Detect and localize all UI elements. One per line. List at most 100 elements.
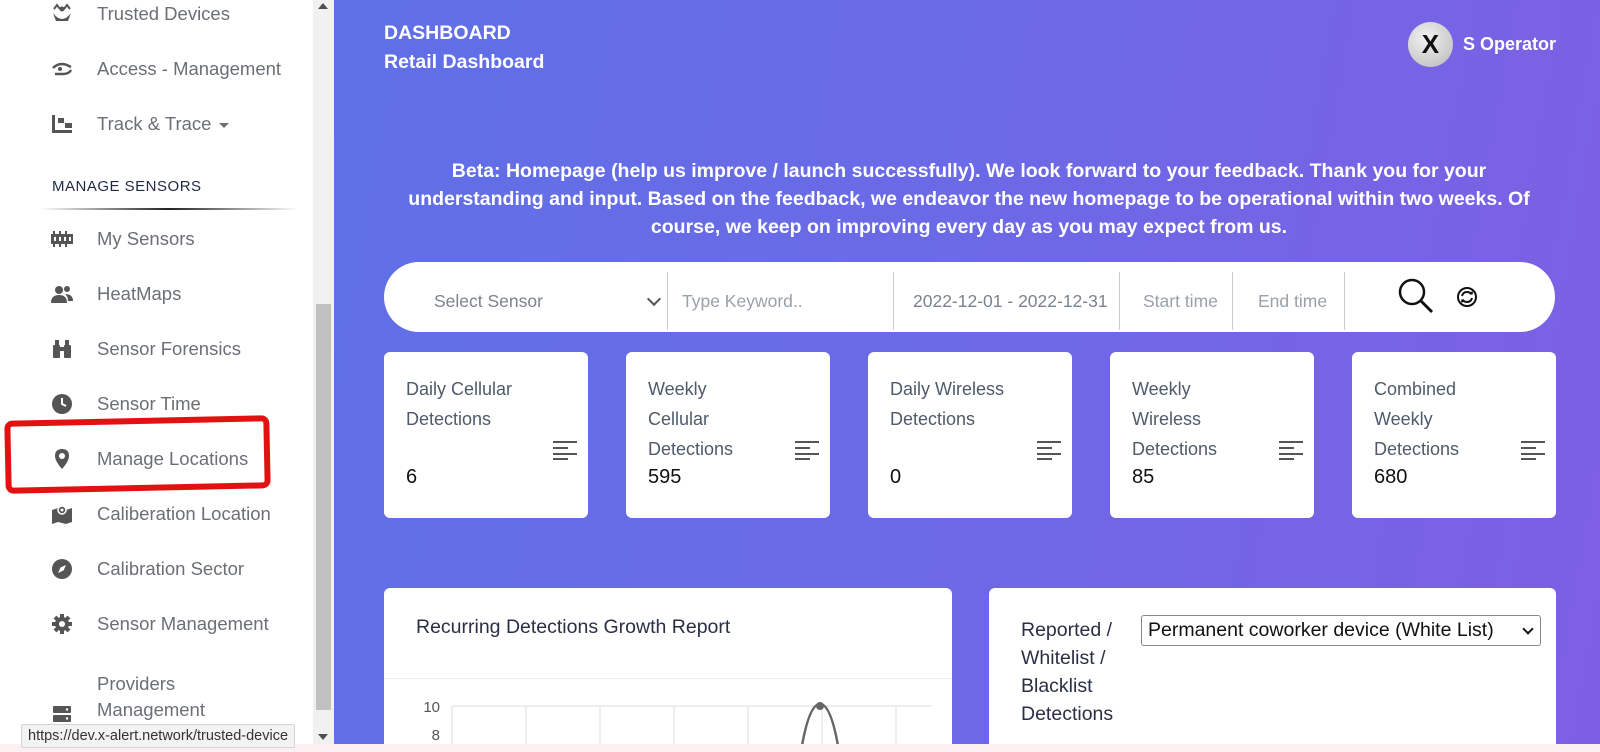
sidebar-item-label: My Sensors: [97, 228, 195, 249]
card-title: Daily Cellular Detections: [406, 379, 513, 429]
sidebar-scrollbar[interactable]: [313, 0, 334, 752]
card-value: 680: [1374, 466, 1408, 488]
sidebar-item-label: Caliberation Location: [97, 503, 271, 524]
sidebar-item-caliberation-location[interactable]: Caliberation Location: [0, 494, 313, 534]
status-url: https://dev.x-alert.network/trusted-devi…: [21, 724, 296, 748]
card-title: Weekly Wireless Detections: [1132, 379, 1218, 459]
date-range-input[interactable]: 2022-12-01 - 2022-12-31: [913, 272, 1123, 330]
sidebar-item-calibration-sector[interactable]: Calibration Sector: [0, 549, 313, 589]
server-icon: [50, 702, 74, 726]
sidebar-item-heatmaps[interactable]: HeatMaps: [0, 274, 313, 314]
reported-detections-panel: Reported / Whitelist / Blacklist Detecti…: [989, 588, 1556, 752]
chevron-down-icon: [646, 291, 662, 307]
sidebar-item-label: Providers Management: [97, 673, 205, 720]
sidebar-item-trusted-devices[interactable]: Trusted Devices: [0, 0, 313, 34]
sensor-icon: [50, 227, 74, 251]
divider: [667, 272, 668, 330]
clock-icon: [50, 392, 74, 416]
page-title: DASHBOARD: [384, 22, 511, 44]
reported-detections-label: Reported / Whitelist / Blacklist Detecti…: [1021, 619, 1114, 725]
filter-bar: Select Sensor Type Keyword.. 2022-12-01 …: [384, 262, 1555, 332]
divider: [1232, 272, 1233, 330]
list-menu-icon[interactable]: [1520, 440, 1546, 460]
chevron-down-icon: [219, 122, 230, 128]
sensor-select-label: Select Sensor: [434, 290, 543, 311]
stat-card-daily-wireless: Daily Wireless Detections 0: [868, 352, 1072, 518]
user-name[interactable]: S Operator: [1463, 34, 1556, 55]
beta-notice: Beta: Homepage (help us improve / launch…: [408, 160, 1530, 238]
start-time-input[interactable]: Start time: [1143, 272, 1243, 330]
data-point: [816, 702, 824, 710]
sidebar-item-access-management[interactable]: Access - Management: [0, 49, 313, 89]
compass-icon: [50, 557, 74, 581]
divider: [1344, 272, 1345, 330]
list-menu-icon[interactable]: [1036, 440, 1062, 460]
track-trace-icon: [50, 112, 74, 136]
growth-report-panel: Recurring Detections Growth Report 10 8: [384, 588, 952, 752]
divider: [40, 208, 298, 210]
access-management-icon: [50, 57, 74, 81]
users-icon: [50, 282, 74, 306]
stat-card-weekly-wireless: Weekly Wireless Detections 85: [1110, 352, 1314, 518]
chevron-down-icon: [1522, 623, 1534, 635]
card-value: 85: [1132, 466, 1155, 488]
y-tick-label: 8: [432, 727, 440, 744]
sidebar-item-label: Sensor Time: [97, 393, 201, 414]
keyword-input[interactable]: Type Keyword..: [682, 272, 882, 330]
binoculars-icon: [50, 337, 74, 361]
card-title: Weekly Cellular Detections: [648, 379, 734, 459]
sidebar-item-label: Manage Locations: [97, 448, 249, 469]
list-type-select[interactable]: Permanent coworker device (White List): [1141, 615, 1541, 646]
search-icon: [1398, 278, 1434, 314]
breadcrumb: DASHBOARD Retail Dashboard: [384, 19, 544, 77]
card-title: Daily Wireless Detections: [890, 379, 1005, 429]
sidebar-item-track-trace[interactable]: Track & Trace: [0, 104, 313, 144]
card-value: 0: [890, 466, 902, 488]
list-menu-icon[interactable]: [1278, 440, 1304, 460]
end-time-input[interactable]: End time: [1258, 272, 1358, 330]
list-type-selected: Permanent coworker device (White List): [1148, 619, 1494, 641]
map-location-icon: [50, 502, 74, 526]
search-button[interactable]: [1396, 276, 1440, 320]
sidebar-item-label: Sensor Management: [97, 613, 269, 634]
sidebar-item-sensor-forensics[interactable]: Sensor Forensics: [0, 329, 313, 369]
stat-card-weekly-cellular: Weekly Cellular Detections 595: [626, 352, 830, 518]
sidebar-item-manage-locations[interactable]: Manage Locations: [0, 439, 313, 479]
map-pin-icon: [50, 447, 74, 471]
y-tick-label: 10: [423, 699, 440, 716]
sidebar-item-sensor-management[interactable]: Sensor Management: [0, 604, 313, 644]
sidebar-item-label: Trusted Devices: [97, 3, 230, 24]
card-value: 6: [406, 466, 418, 488]
sidebar-item-my-sensors[interactable]: My Sensors: [0, 219, 313, 259]
sidebar-item-label: Track & Trace: [97, 113, 230, 135]
sidebar-item-label: Access - Management: [97, 58, 282, 79]
panel-title: Recurring Detections Growth Report: [416, 616, 731, 638]
divider: [893, 272, 894, 330]
stat-card-daily-cellular: Daily Cellular Detections 6: [384, 352, 588, 518]
sidebar-item-sensor-time[interactable]: Sensor Time: [0, 384, 313, 424]
scroll-up-arrow-icon[interactable]: [318, 3, 328, 9]
sidebar-item-label: Calibration Sector: [97, 558, 245, 579]
avatar[interactable]: X: [1407, 22, 1453, 67]
sidebar-item-label: HeatMaps: [97, 283, 182, 304]
scroll-thumb[interactable]: [316, 304, 331, 710]
refresh-button[interactable]: [1456, 286, 1480, 310]
card-value: 595: [648, 466, 682, 488]
section-header: MANAGE SENSORS: [52, 178, 202, 195]
page-subtitle: Retail Dashboard: [384, 51, 545, 73]
gear-icon: [50, 612, 74, 636]
sidebar: Trusted Devices Access - Management Trac…: [0, 0, 313, 752]
main-content: DASHBOARD Retail Dashboard X S Operator …: [334, 0, 1600, 752]
sidebar-item-providers-management[interactable]: Providers Management: [0, 672, 313, 726]
stat-card-combined-weekly: Combined Weekly Detections 680: [1352, 352, 1556, 518]
card-title: Combined Weekly Detections: [1374, 379, 1460, 459]
trusted-devices-icon: [50, 2, 74, 26]
divider: [384, 678, 952, 679]
list-menu-icon[interactable]: [552, 440, 578, 460]
scroll-down-arrow-icon[interactable]: [318, 734, 328, 740]
sidebar-item-label: Sensor Forensics: [97, 338, 241, 359]
sensor-select[interactable]: Select Sensor: [434, 272, 662, 330]
list-menu-icon[interactable]: [794, 440, 820, 460]
refresh-icon: [1457, 287, 1477, 307]
user-menu[interactable]: X S Operator: [1407, 22, 1556, 67]
